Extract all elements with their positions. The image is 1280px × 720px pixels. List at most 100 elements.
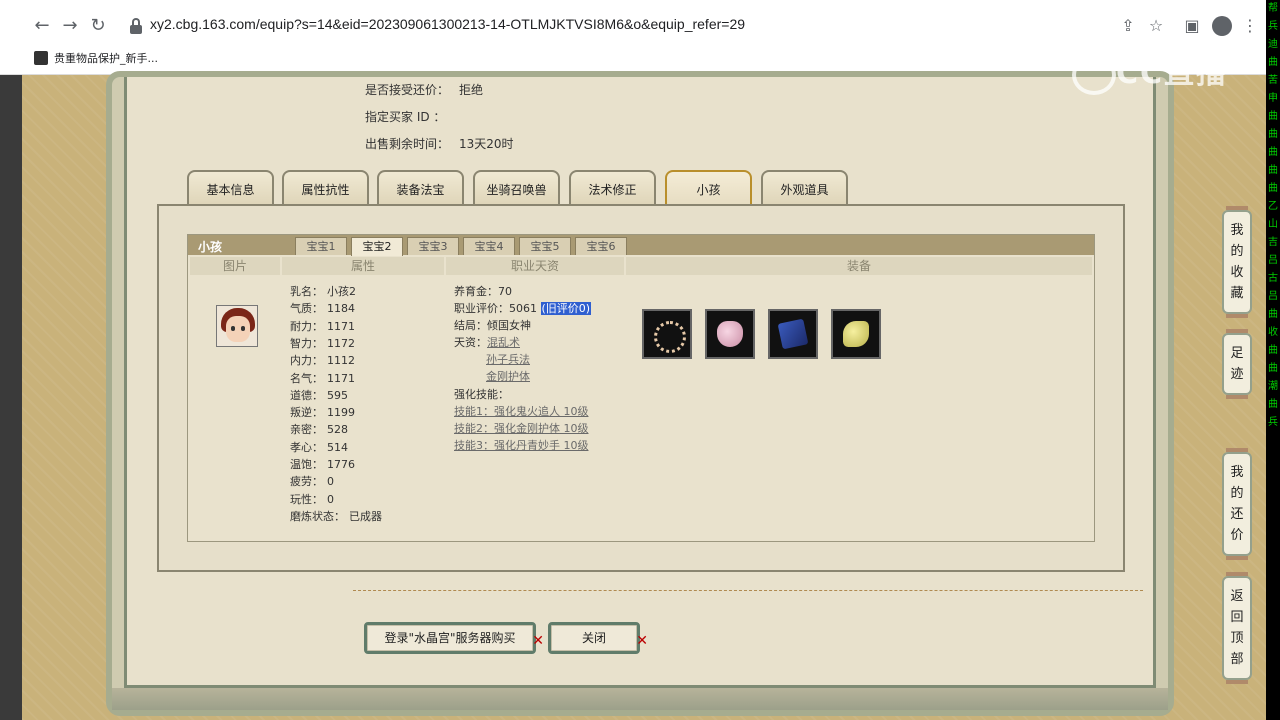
attribute-row: 孝心： 514	[290, 439, 348, 455]
side-menu-char: 顶	[1230, 631, 1244, 646]
close-button-label: 关闭	[581, 631, 606, 645]
address-bar[interactable]: xy2.cbg.163.com/equip?s=14&eid=202309061…	[120, 10, 1120, 42]
attribute-value: 1171	[327, 371, 355, 385]
bookmark-star-icon[interactable]: ☆	[1142, 12, 1170, 40]
tab-attributes[interactable]: 属性抗性	[282, 170, 369, 208]
side-menu-char: 我	[1230, 223, 1244, 238]
tab-appearance[interactable]: 外观道具	[761, 170, 848, 208]
bookmark-item[interactable]: 贵重物品保护_新手...	[34, 50, 158, 66]
career-column: 养育金：70 职业评价：5061 (旧评价0) 结局：倾国女神 天资：混乱术 孙…	[446, 275, 624, 539]
equipment-column	[626, 275, 1092, 539]
menu-kebab-icon[interactable]: ⋮	[1236, 12, 1264, 40]
tab-basic-info[interactable]: 基本信息	[187, 170, 274, 208]
strip-char: 曲	[1268, 183, 1278, 194]
attribute-value: 小孩2	[327, 285, 356, 298]
attribute-label: 内力：	[290, 354, 323, 368]
strip-char: 兵	[1268, 417, 1278, 428]
browser-toolbar: ← → ↻ xy2.cbg.163.com/equip?s=14&eid=202…	[0, 8, 1266, 44]
button-ornament-icon: ✕	[636, 633, 648, 649]
attribute-row: 名气： 1171	[290, 370, 355, 386]
attribute-value: 0	[327, 475, 334, 489]
subtab-baby-3[interactable]: 宝宝3	[407, 237, 459, 255]
bookmark-favicon-icon	[34, 51, 48, 65]
ending-value: 倾国女神	[487, 319, 531, 332]
tab-spell-mods[interactable]: 法术修正	[569, 170, 656, 208]
strip-char: 苦	[1268, 75, 1278, 86]
attribute-label: 道德：	[290, 388, 323, 402]
tab-equipment[interactable]: 装备法宝	[377, 170, 464, 208]
pouch-item-icon[interactable]	[705, 309, 755, 359]
attribute-value: 已成器	[349, 509, 382, 523]
talent-label: 天资：	[454, 336, 487, 349]
child-portrait[interactable]	[216, 305, 258, 347]
close-button[interactable]: 关闭 ✕	[548, 622, 648, 654]
talent-link[interactable]: 孙子兵法	[486, 353, 530, 366]
attribute-value: 528	[327, 423, 348, 437]
bookmark-label: 贵重物品保护_新手...	[54, 52, 158, 65]
side-back-to-top-button[interactable]: 返回顶部	[1222, 572, 1252, 684]
attribute-row: 疲劳： 0	[290, 473, 334, 489]
subtab-baby-6[interactable]: 宝宝6	[575, 237, 627, 255]
strip-char: 曲	[1268, 363, 1278, 374]
attribute-row: 磨炼状态： 已成器	[290, 508, 382, 524]
side-menu-char: 的	[1230, 486, 1244, 501]
tab-mounts[interactable]: 坐骑召唤兽	[473, 170, 560, 208]
tab-child[interactable]: 小孩	[665, 170, 752, 208]
subtab-baby-1[interactable]: 宝宝1	[295, 237, 347, 255]
attributes-column: 乳名： 小孩2 气质： 1184 耐力： 1171 智力： 1172 内力： 1112 名气： 117…	[282, 275, 444, 539]
side-bargains-button[interactable]: 我的还价	[1222, 448, 1252, 560]
child-panel: 小孩 宝宝1 宝宝2 宝宝3 宝宝4 宝宝5 宝宝6 图片 属性 职业天资 装备	[187, 234, 1095, 542]
side-menu-char: 收	[1230, 265, 1244, 280]
side-favorites-button[interactable]: 我的收藏	[1222, 206, 1252, 318]
content-frame: 是否接受还价： 拒绝 指定买家 ID ： 出售剩余时间： 13天20时 基本信息 属…	[106, 71, 1174, 716]
subtab-baby-5[interactable]: 宝宝5	[519, 237, 571, 255]
strip-char: 申	[1268, 93, 1278, 104]
side-panel-icon[interactable]: ▣	[1178, 12, 1206, 40]
subtab-baby-2[interactable]: 宝宝2	[351, 237, 403, 256]
attribute-value: 1776	[327, 458, 355, 471]
attribute-row: 智力： 1172	[290, 335, 355, 351]
bargain-value: 拒绝	[459, 83, 484, 97]
skill-link[interactable]: 技能2：强化金刚护体 10级	[454, 422, 589, 435]
side-menu-char: 的	[1230, 244, 1244, 259]
lock-icon[interactable]	[130, 18, 142, 34]
strip-char: 山	[1268, 219, 1278, 230]
side-menu-char: 迹	[1230, 367, 1244, 382]
buy-button[interactable]: 登录"水晶宫"服务器购买 ✕	[364, 622, 544, 654]
share-icon[interactable]: ⇪	[1114, 12, 1142, 40]
skill-link[interactable]: 技能1：强化鬼火追人 10级	[454, 405, 589, 418]
column-header-image: 图片	[190, 257, 280, 275]
strip-char: 吕	[1268, 291, 1278, 302]
column-header-attributes: 属性	[282, 257, 444, 275]
attribute-value: 1172	[327, 336, 355, 350]
book-item-icon[interactable]	[768, 309, 818, 359]
divider	[353, 590, 1143, 591]
fund-value: 70	[498, 285, 512, 298]
reload-icon[interactable]: ↻	[84, 12, 112, 40]
attribute-label: 叛逆：	[290, 406, 323, 420]
attribute-value: 1184	[327, 302, 355, 316]
strip-char: 曲	[1268, 111, 1278, 122]
skill-link[interactable]: 技能3：强化丹青妙手 10级	[454, 439, 589, 452]
skill-row: 技能2：强化金刚护体 10级	[454, 420, 589, 436]
back-icon[interactable]: ←	[28, 12, 56, 40]
side-history-button[interactable]: 足迹	[1222, 329, 1252, 399]
bargain-row: 是否接受还价： 拒绝	[365, 81, 483, 98]
talent-link[interactable]: 金刚护体	[486, 370, 530, 383]
attribute-row: 道德： 595	[290, 387, 348, 403]
image-column	[190, 275, 280, 539]
subtab-baby-4[interactable]: 宝宝4	[463, 237, 515, 255]
forward-icon[interactable]: →	[56, 12, 84, 40]
attribute-row: 叛逆： 1199	[290, 404, 355, 420]
column-header-career: 职业天资	[446, 257, 624, 275]
attribute-value: 0	[327, 492, 334, 506]
column-header-equipment: 装备	[626, 257, 1092, 275]
url-text[interactable]: xy2.cbg.163.com/equip?s=14&eid=202309061…	[150, 16, 745, 32]
skill-label: 强化技能：	[454, 388, 509, 401]
strip-char: 曲	[1268, 57, 1278, 68]
shoes-item-icon[interactable]	[831, 309, 881, 359]
profile-icon[interactable]	[1212, 16, 1232, 36]
wreath-item-icon[interactable]	[642, 309, 692, 359]
talent-link[interactable]: 混乱术	[487, 336, 520, 349]
strip-char: 古	[1268, 273, 1278, 284]
